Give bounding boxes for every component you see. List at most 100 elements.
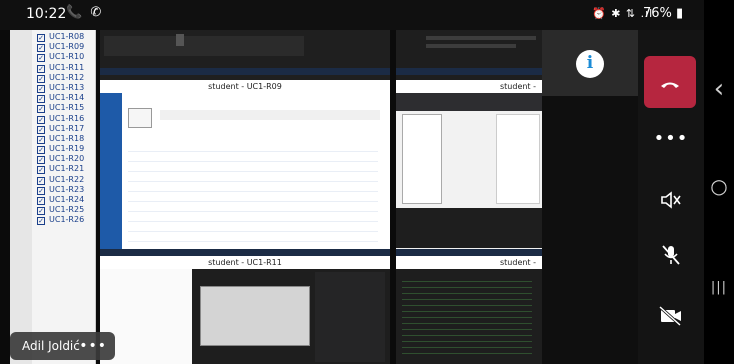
presenter-name-badge[interactable]: Adil Joldić ••• <box>10 332 115 360</box>
speaker-mute-icon <box>660 191 682 214</box>
computer-list-item[interactable]: ✓ UC1-R14 <box>37 93 84 104</box>
more-options-button[interactable]: ••• <box>638 120 704 160</box>
panel-strip <box>10 30 32 364</box>
computer-list-item[interactable]: ✓ UC1-R21 <box>37 164 84 175</box>
camera-off-icon <box>658 305 683 330</box>
computer-list-label: UC1-R22 <box>49 174 85 184</box>
computer-list-label: UC1-R26 <box>49 215 85 225</box>
toolbar-preview <box>396 93 542 111</box>
editor-line-preview <box>426 44 516 48</box>
computer-list-item[interactable]: ✓ UC1-R18 <box>37 134 84 144</box>
computer-list-item[interactable]: ✓ UC1-R23 <box>37 185 84 195</box>
checkbox-checked-icon[interactable]: ✓ <box>37 176 45 185</box>
form-designer-preview <box>402 114 442 204</box>
computer-list-item[interactable]: ✓ UC1-R25 <box>37 205 85 216</box>
computer-list-label: UC1-R08 <box>49 32 85 41</box>
android-nav-bar: ‹ ○ ||| <box>704 0 734 364</box>
computer-list-label: UC1-R25 <box>49 205 85 215</box>
checkbox-checked-icon[interactable]: ✓ <box>37 135 45 144</box>
computer-list-item[interactable]: ✓ UC1-R17 <box>37 124 84 134</box>
screen-tile-r10[interactable]: student - <box>396 80 542 256</box>
speaker-mute-button[interactable] <box>638 180 704 220</box>
camera-toggle-button[interactable] <box>638 296 704 336</box>
properties-preview <box>496 114 540 204</box>
end-call-button[interactable] <box>644 56 696 108</box>
computer-list-item[interactable]: ✓ UC1-R24 <box>37 195 84 205</box>
recent-files-preview <box>128 142 378 242</box>
computer-list-label: UC1-R18 <box>49 133 85 143</box>
computer-list-item[interactable]: ✓ UC1-R19 <box>37 144 84 155</box>
phone-hangup-icon <box>660 70 680 94</box>
screen-tile-r08[interactable] <box>100 30 390 80</box>
computer-list-label: UC1-R16 <box>49 113 85 123</box>
computer-list-label: UC1-R23 <box>49 184 85 194</box>
screen-tile-r10-top[interactable] <box>396 30 542 80</box>
computer-list-item[interactable]: ✓ UC1-R20 <box>37 154 85 165</box>
status-bar: 10:22 📞 ✆ ⏰ ✱ ⇅ .ıl 76% ▮ <box>0 0 704 30</box>
computer-list-label: UC1-R15 <box>49 103 85 113</box>
presenter-more-icon[interactable]: ••• <box>79 332 107 360</box>
back-button[interactable]: ‹ <box>704 74 734 104</box>
taskbar-preview <box>100 249 390 256</box>
checkbox-checked-icon[interactable]: ✓ <box>37 105 45 114</box>
computer-list-item[interactable]: ✓ UC1-R11 <box>37 63 84 73</box>
tile-caption: student - <box>396 80 542 93</box>
battery-level: 76% ▮ <box>643 6 684 21</box>
checkbox-checked-icon[interactable]: ✓ <box>37 34 45 42</box>
computer-list-item[interactable]: ✓ UC1-R10 <box>37 52 85 63</box>
checkbox-checked-icon[interactable]: ✓ <box>37 156 45 165</box>
computer-list-item[interactable]: ✓ UC1-R09 <box>37 42 85 53</box>
mic-off-icon <box>661 245 681 270</box>
checkbox-checked-icon[interactable]: ✓ <box>37 197 45 205</box>
computer-list-panel: ✓ UC1-R08 ✓ UC1-R09 ✓ UC1-R10 ✓ UC1-R11 ✓ UC1-R12… <box>10 30 96 364</box>
output-panel-preview <box>396 208 542 248</box>
checkbox-checked-icon[interactable]: ✓ <box>37 207 45 216</box>
checkbox-checked-icon[interactable]: ✓ <box>37 84 45 93</box>
participant-tile[interactable]: i <box>542 30 638 96</box>
checkbox-checked-icon[interactable]: ✓ <box>37 44 45 53</box>
computer-list: ✓ UC1-R08 ✓ UC1-R09 ✓ UC1-R10 ✓ UC1-R11 ✓ UC1-R12… <box>37 32 84 226</box>
computer-list-label: UC1-R09 <box>49 42 85 52</box>
checkbox-checked-icon[interactable]: ✓ <box>37 54 45 63</box>
computer-list-label: UC1-R10 <box>49 52 85 62</box>
computer-list-label: UC1-R20 <box>49 154 85 164</box>
recents-button[interactable]: ||| <box>704 280 734 295</box>
computer-list-label: UC1-R24 <box>49 195 85 204</box>
computer-list-label: UC1-R13 <box>49 82 85 92</box>
computer-list-item[interactable]: ✓ UC1-R15 <box>37 103 85 114</box>
computer-list-item[interactable]: ✓ UC1-R26 <box>37 215 85 226</box>
tile-caption: student - UC1-R09 <box>100 80 390 93</box>
templates-row-preview <box>160 110 380 120</box>
taskbar-preview <box>396 68 542 75</box>
code-editor-preview <box>104 36 304 56</box>
checkbox-checked-icon[interactable]: ✓ <box>37 166 45 175</box>
checkbox-checked-icon[interactable]: ✓ <box>37 64 45 73</box>
call-controls: ••• <box>638 30 704 364</box>
teams-call-screen: 10:22 📞 ✆ ⏰ ✱ ⇅ .ıl 76% ▮ ✓ UC1-R08 ✓ UC1-R… <box>0 0 734 364</box>
blank-doc-preview <box>128 108 152 128</box>
mic-mute-button[interactable] <box>638 236 704 276</box>
more-icon: ••• <box>653 128 689 149</box>
checkbox-checked-icon[interactable]: ✓ <box>37 115 45 124</box>
call-status-icon: 📞 ✆ <box>66 5 104 20</box>
checkbox-checked-icon[interactable]: ✓ <box>37 74 45 83</box>
home-button[interactable]: ○ <box>704 174 734 198</box>
checkbox-checked-icon[interactable]: ✓ <box>37 125 45 134</box>
participant-area-background <box>542 96 638 364</box>
status-time: 10:22 <box>26 6 67 22</box>
screen-tile-r09[interactable]: student - UC1-R09 <box>100 80 390 256</box>
checkbox-checked-icon[interactable]: ✓ <box>37 95 45 104</box>
checkbox-checked-icon[interactable]: ✓ <box>37 146 45 155</box>
computer-list-item[interactable]: ✓ UC1-R13 <box>37 83 84 93</box>
screen-tile-r11[interactable]: student - UC1-R11 <box>100 256 390 364</box>
checkbox-checked-icon[interactable]: ✓ <box>37 217 45 226</box>
computer-list-item[interactable]: ✓ UC1-R12 <box>37 73 84 83</box>
editor-line-preview <box>426 36 536 40</box>
computer-list-item[interactable]: ✓ UC1-R08 <box>37 32 84 42</box>
screen-tile-r12[interactable]: student - <box>396 256 542 364</box>
computer-list-item[interactable]: ✓ UC1-R22 <box>37 175 84 185</box>
computer-list-item[interactable]: ✓ UC1-R16 <box>37 114 84 124</box>
tile-caption: student - <box>396 256 542 269</box>
checkbox-checked-icon[interactable]: ✓ <box>37 186 45 195</box>
taskbar-preview <box>100 68 390 75</box>
